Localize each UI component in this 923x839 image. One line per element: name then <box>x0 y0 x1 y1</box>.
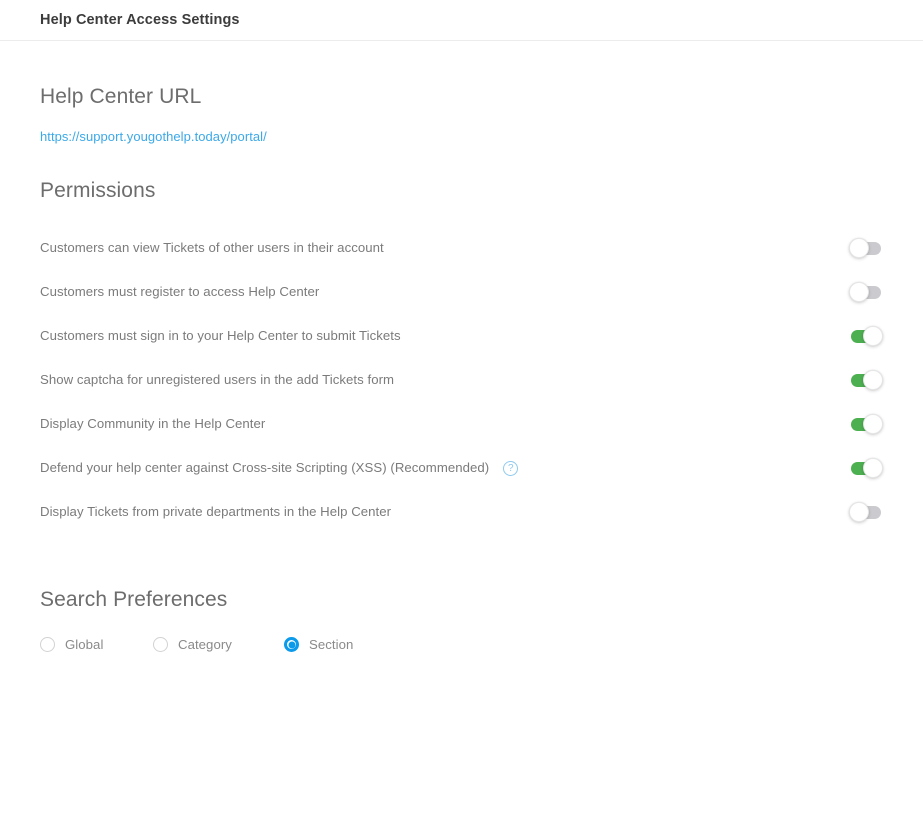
toggle-knob <box>863 414 883 434</box>
permission-label: Show captcha for unregistered users in t… <box>40 372 395 388</box>
permission-toggle[interactable] <box>849 238 883 258</box>
permission-label: Defend your help center against Cross-si… <box>40 460 490 476</box>
permission-label-wrap: Show captcha for unregistered users in t… <box>40 373 394 386</box>
permission-label: Display Community in the Help Center <box>40 416 266 432</box>
search-preference-radio-group: Global Category Section <box>40 637 883 652</box>
permission-label: Customers can view Tickets of other user… <box>40 240 384 256</box>
permission-label-wrap: Defend your help center against Cross-si… <box>40 460 519 476</box>
permission-row: Display Tickets from private departments… <box>40 490 883 534</box>
help-question-icon[interactable]: ? <box>503 460 519 476</box>
permission-toggle[interactable] <box>849 414 883 434</box>
permission-label-wrap: Customers must sign in to your Help Cent… <box>40 329 401 342</box>
permission-row: Show captcha for unregistered users in t… <box>40 358 883 402</box>
radio-unselected-icon <box>153 637 168 652</box>
toggle-knob <box>849 502 869 522</box>
permission-label-wrap: Customers can view Tickets of other user… <box>40 241 384 254</box>
toggle-knob <box>849 238 869 258</box>
search-preference-option[interactable]: Global <box>40 637 153 652</box>
radio-unselected-icon <box>40 637 55 652</box>
permission-label: Customers must register to access Help C… <box>40 284 320 300</box>
permission-row: Customers must sign in to your Help Cent… <box>40 314 883 358</box>
search-preferences-heading: Search Preferences <box>40 588 228 611</box>
search-preference-option[interactable]: Section <box>284 637 353 652</box>
help-center-url-heading: Help Center URL <box>40 85 202 108</box>
permission-toggle[interactable] <box>849 282 883 302</box>
toggle-knob <box>863 370 883 390</box>
permission-toggle[interactable] <box>849 502 883 522</box>
toggle-knob <box>849 282 869 302</box>
permission-toggle[interactable] <box>849 458 883 478</box>
permissions-list: Customers can view Tickets of other user… <box>40 226 883 534</box>
toggle-knob <box>863 458 883 478</box>
permission-label: Display Tickets from private departments… <box>40 504 392 520</box>
permission-label: Customers must sign in to your Help Cent… <box>40 328 401 344</box>
permission-row: Defend your help center against Cross-si… <box>40 446 883 490</box>
settings-content: Help Center URL https://support.yougothe… <box>0 85 923 652</box>
search-preference-label: Section <box>309 636 354 652</box>
permission-row: Customers must register to access Help C… <box>40 270 883 314</box>
toggle-knob <box>863 326 883 346</box>
permission-label-wrap: Customers must register to access Help C… <box>40 285 319 298</box>
permission-toggle[interactable] <box>849 370 883 390</box>
radio-selected-icon <box>284 637 299 652</box>
permission-toggle[interactable] <box>849 326 883 346</box>
page-title: Help Center Access Settings <box>40 12 240 28</box>
page-header: Help Center Access Settings <box>0 0 923 41</box>
permission-label-wrap: Display Community in the Help Center <box>40 417 265 430</box>
permission-row: Display Community in the Help Center <box>40 402 883 446</box>
search-preference-label: Category <box>178 636 232 652</box>
permission-label-wrap: Display Tickets from private departments… <box>40 505 391 518</box>
help-center-url-link[interactable]: https://support.yougothelp.today/portal/ <box>40 129 267 144</box>
permission-row: Customers can view Tickets of other user… <box>40 226 883 270</box>
permissions-heading: Permissions <box>40 179 156 202</box>
search-preference-label: Global <box>65 636 104 652</box>
search-preference-option[interactable]: Category <box>153 637 284 652</box>
